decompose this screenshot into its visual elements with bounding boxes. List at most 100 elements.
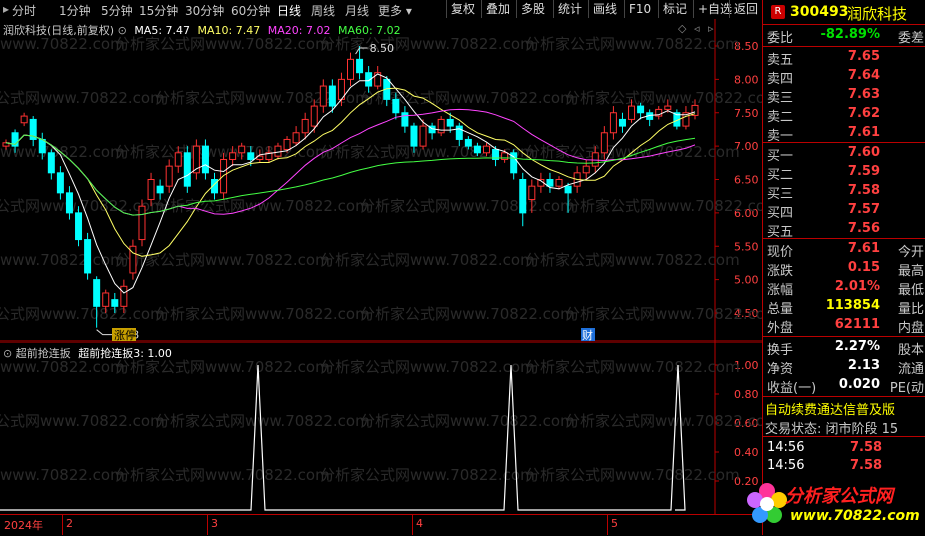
more-label: 更多 bbox=[378, 4, 403, 18]
stats-row-label: 净资 bbox=[767, 362, 794, 377]
period-tab-more[interactable]: 更多 ▾ bbox=[378, 2, 412, 19]
watermark-text: 分析家公式网www.70822.com bbox=[115, 143, 330, 161]
tick-price: 7.58 bbox=[850, 458, 883, 473]
bid-row-label: 买二 bbox=[767, 168, 794, 183]
candle-body bbox=[20, 115, 28, 124]
quote-row-value: 7.61 bbox=[847, 241, 880, 256]
overlay-button[interactable]: 叠加 bbox=[481, 0, 514, 18]
stats-row-value: 0.020 bbox=[838, 377, 880, 392]
candle-body bbox=[301, 118, 309, 134]
time-label-apr: 4 bbox=[416, 517, 423, 530]
stats-row-side: 股本 bbox=[897, 343, 924, 358]
bid-row-value: 7.59 bbox=[847, 164, 880, 179]
logo-title: 分析家公式网 bbox=[785, 486, 893, 507]
watermark-text: 分析家公式网www.70822.com bbox=[565, 197, 762, 215]
quote-row: 总量 113854 量比 bbox=[763, 298, 925, 317]
dropdown-circle-icon[interactable]: ⊙ bbox=[118, 24, 127, 37]
period-tab-monthly[interactable]: 月线 bbox=[345, 2, 369, 19]
limit-up-tag: 涨停 bbox=[114, 328, 136, 342]
kline-svg: 8.508.007.507.006.506.005.505.004.50分析家公… bbox=[0, 19, 762, 342]
quote-row-side: 量比 bbox=[897, 302, 924, 317]
diamond-icon[interactable]: ◇ bbox=[678, 22, 686, 35]
tick-row: 14:56 7.58 bbox=[763, 458, 925, 475]
quote-row-value: 113854 bbox=[825, 298, 880, 313]
candle-body bbox=[618, 118, 626, 127]
divider bbox=[763, 238, 925, 239]
ma20-label: MA20: 7.02 bbox=[267, 24, 331, 37]
candle-body bbox=[582, 165, 590, 174]
collapse-icon[interactable]: ◃ bbox=[694, 22, 700, 35]
indicator-value: 超前抢连扳3: 1.00 bbox=[78, 347, 172, 360]
fuquan-button[interactable]: 复权 bbox=[446, 0, 479, 18]
quote-row-label: 现价 bbox=[767, 245, 794, 260]
indicator-axis-label: 0.80 bbox=[734, 388, 759, 401]
notice-autorenew[interactable]: 自动续费通达信普及版 bbox=[765, 399, 925, 418]
watermark-text: 分析家公式网www.70822.com bbox=[525, 358, 740, 376]
quote-row-label: 总量 bbox=[767, 302, 794, 317]
candle-body bbox=[528, 185, 536, 201]
expand-icon[interactable]: ▹ bbox=[708, 22, 714, 35]
divider bbox=[763, 336, 925, 337]
bid-row: 买三 7.58 bbox=[763, 183, 925, 202]
candle-body bbox=[437, 118, 445, 134]
quote-row-side: 内盘 bbox=[897, 321, 924, 336]
stats-row: 换手 2.27% 股本 bbox=[763, 339, 925, 358]
period-tab-1min[interactable]: 1分钟 bbox=[59, 2, 91, 19]
quote-row: 涨跌 0.15 最高 bbox=[763, 260, 925, 279]
candle-body bbox=[591, 152, 599, 167]
toolbar-arrow-icon[interactable]: ▸ bbox=[3, 2, 9, 16]
stats-row-side: 流通 bbox=[897, 362, 924, 377]
site-logo: 分析家公式网 www.70822.com bbox=[747, 476, 925, 532]
candle-body bbox=[392, 98, 400, 114]
ask-row-label: 卖四 bbox=[767, 72, 794, 87]
draw-line-button[interactable]: 画线 bbox=[588, 0, 621, 18]
period-tab-fenshi[interactable]: 分时 bbox=[12, 2, 36, 19]
candle-body bbox=[229, 152, 237, 160]
time-axis: 2024年 2 3 4 5 bbox=[0, 514, 762, 536]
watermark-text: 分析家公式网www.70822.com bbox=[155, 197, 370, 215]
trading-status: 交易状态: 闭市阶段 15 bbox=[765, 422, 899, 437]
watermark-text: 分析家公式网www.70822.com bbox=[360, 197, 575, 215]
statistics-button[interactable]: 统计 bbox=[553, 0, 586, 18]
f10-button[interactable]: F10 bbox=[624, 0, 655, 18]
bid-row-value: 7.60 bbox=[847, 145, 880, 160]
period-tab-5min[interactable]: 5分钟 bbox=[101, 2, 133, 19]
period-tab-30min[interactable]: 30分钟 bbox=[185, 2, 224, 19]
back-button[interactable]: 返回 bbox=[729, 0, 762, 18]
candle-body bbox=[292, 132, 300, 144]
weibi-row: 委比 -82.89% 委差 bbox=[763, 27, 925, 46]
weibi-label: 委比 bbox=[767, 31, 794, 46]
indicator-legend: ⊙ 超前抢连扳 超前抢连扳3: 1.00 bbox=[3, 345, 172, 361]
multi-stock-button[interactable]: 多股 bbox=[516, 0, 549, 18]
candle-body bbox=[546, 179, 554, 187]
stock-name: 润欣科技 bbox=[847, 5, 908, 23]
indicator-chart[interactable]: 1.000.800.600.400.20分析家公式网www.70822.com分… bbox=[0, 342, 762, 514]
ask-row-value: 7.65 bbox=[847, 49, 880, 64]
candle-body bbox=[111, 299, 119, 307]
indicator-svg: 1.000.800.600.400.20分析家公式网www.70822.com分… bbox=[0, 342, 762, 514]
bid-row-label: 买三 bbox=[767, 187, 794, 202]
time-label-feb: 2 bbox=[66, 517, 73, 530]
mark-button[interactable]: 标记 bbox=[658, 0, 691, 18]
period-tab-daily[interactable]: 日线 bbox=[277, 2, 301, 19]
period-tab-weekly[interactable]: 周线 bbox=[311, 2, 335, 19]
quote-row-label: 涨跌 bbox=[767, 264, 794, 279]
time-tick bbox=[412, 515, 413, 535]
weibi-value: -82.89% bbox=[820, 27, 880, 42]
tick-row: 14:56 7.58 bbox=[763, 440, 925, 457]
candle-body bbox=[56, 172, 64, 194]
watermark-text: 分析家公式网www.70822.com bbox=[320, 358, 535, 376]
candle-body bbox=[328, 85, 336, 107]
period-tab-60min[interactable]: 60分钟 bbox=[231, 2, 270, 19]
stats-row: 收益(一) 0.020 PE(动 bbox=[763, 377, 925, 396]
time-label-year: 2024年 bbox=[4, 519, 43, 532]
candle-body bbox=[102, 292, 110, 307]
bid-row: 买一 7.60 bbox=[763, 145, 925, 164]
kline-chart[interactable]: 8.508.007.507.006.506.005.505.004.50分析家公… bbox=[0, 19, 762, 342]
quote-row-value: 2.01% bbox=[834, 279, 880, 294]
watermark-text: 分析家公式网www.70822.com bbox=[115, 466, 330, 484]
candle-body bbox=[609, 112, 617, 134]
candle-body bbox=[120, 285, 128, 307]
indicator-circle-icon[interactable]: ⊙ bbox=[3, 347, 12, 360]
period-tab-15min[interactable]: 15分钟 bbox=[139, 2, 178, 19]
